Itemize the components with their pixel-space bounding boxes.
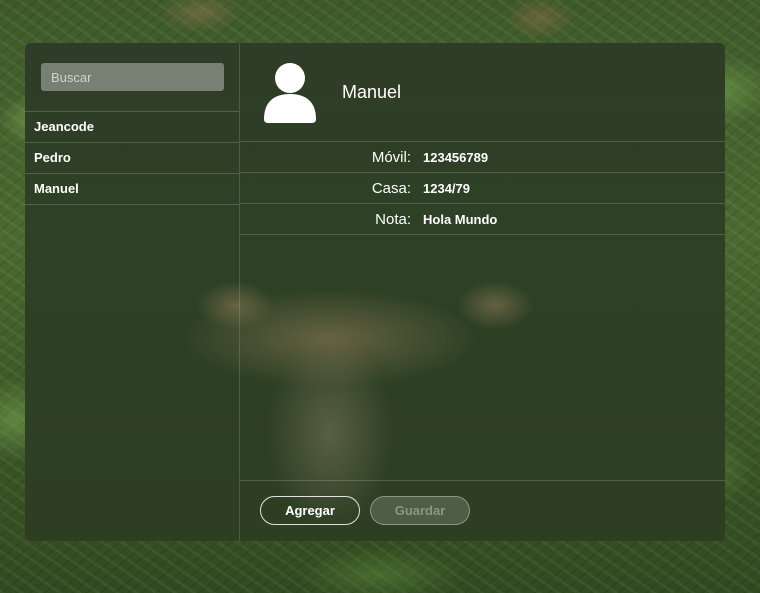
save-button[interactable]: Guardar	[370, 496, 470, 525]
field-value-mobile[interactable]: 123456789	[423, 150, 488, 165]
field-label-note: Nota:	[375, 210, 411, 228]
contact-header: Manuel	[240, 43, 725, 142]
contacts-sidebar: Jeancode Pedro Manuel	[25, 43, 240, 541]
search-input[interactable]	[41, 63, 224, 91]
field-label-mobile: Móvil:	[371, 148, 411, 166]
contact-item-manuel[interactable]: Manuel	[25, 174, 239, 205]
contact-name: Manuel	[342, 81, 402, 102]
field-value-home[interactable]: 1234/79	[423, 181, 470, 196]
add-button[interactable]: Agregar	[260, 496, 360, 525]
field-label-home: Casa:	[371, 179, 411, 197]
user-silhouette-icon	[264, 63, 316, 123]
search-area	[25, 43, 239, 112]
contact-detail-panel: Manuel Móvil: 123456789 Casa: 1234/79 No…	[240, 43, 725, 541]
action-bar: Agregar Guardar	[240, 480, 725, 541]
field-value-note[interactable]: Hola Mundo	[423, 212, 497, 227]
contacts-app-window: Jeancode Pedro Manuel Manuel Móvil: 1234…	[25, 43, 725, 541]
contact-item-pedro[interactable]: Pedro	[25, 143, 239, 174]
contact-item-jeancode[interactable]: Jeancode	[25, 112, 239, 143]
field-row-home: Casa: 1234/79	[240, 173, 725, 204]
field-row-note: Nota: Hola Mundo	[240, 204, 725, 235]
field-row-mobile: Móvil: 123456789	[240, 142, 725, 173]
